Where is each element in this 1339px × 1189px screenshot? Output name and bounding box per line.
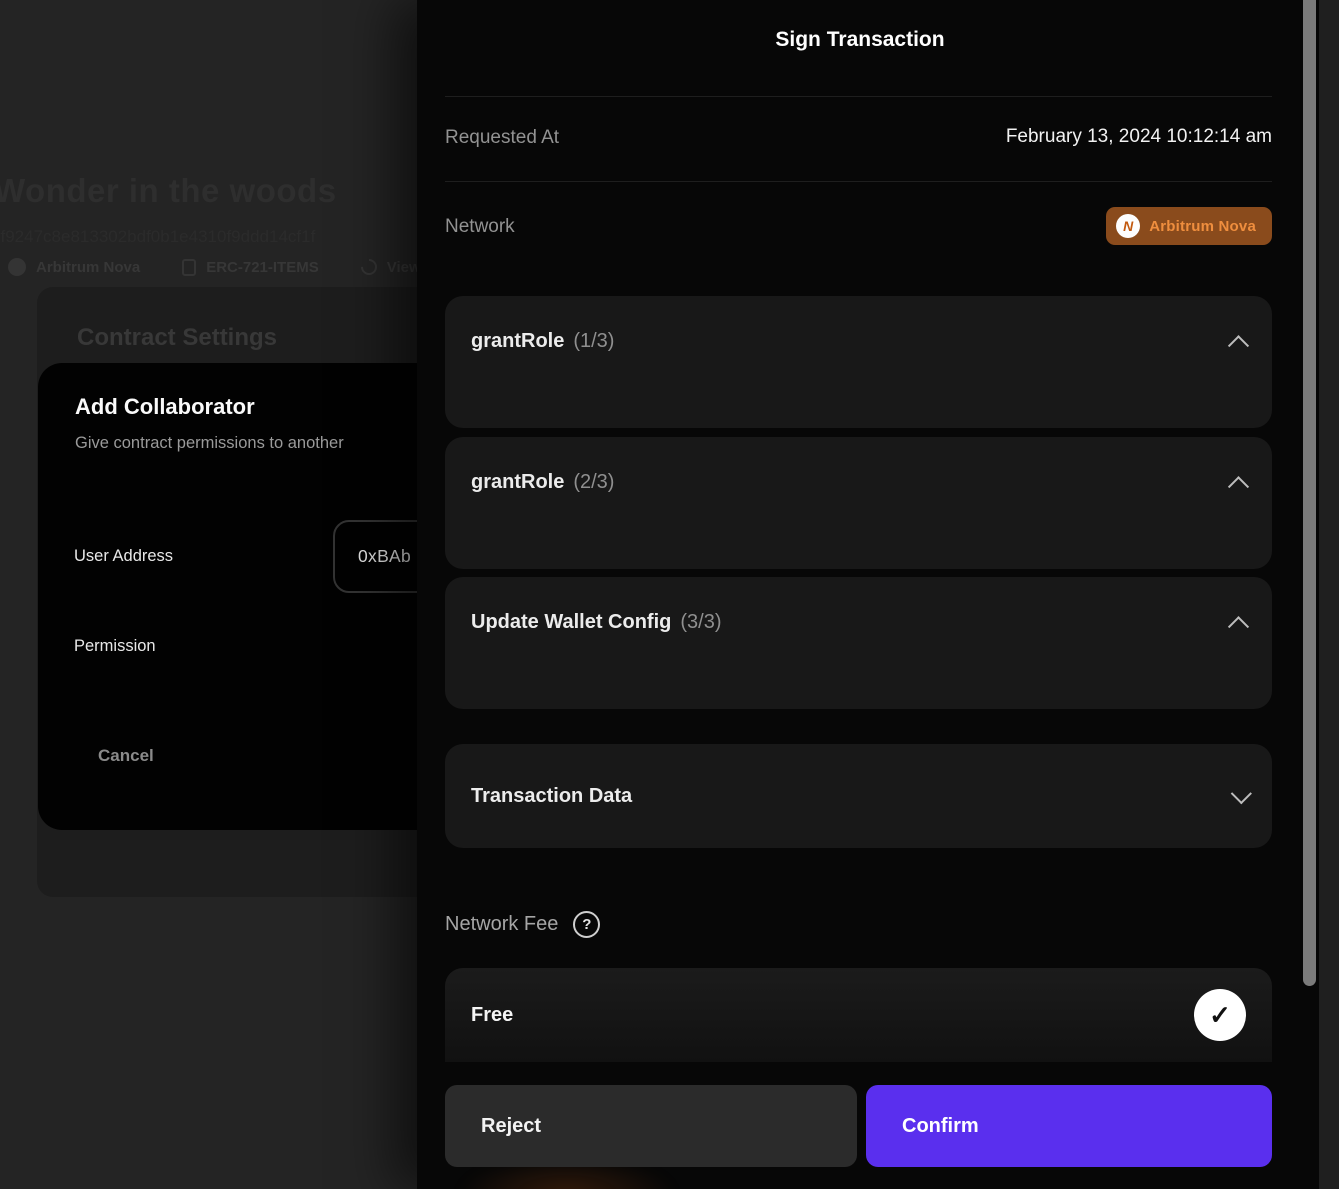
add-collaborator-subtitle: Give contract permissions to another bbox=[75, 434, 344, 453]
link-icon bbox=[357, 256, 380, 279]
dimmed-background: Wonder in the woods xf9247c8e813302bdf0b… bbox=[0, 0, 417, 1189]
chevron-down-icon[interactable] bbox=[1231, 783, 1252, 804]
accordion-title: Update Wallet Config bbox=[471, 611, 671, 634]
accordion-grantrole-2[interactable]: grantRole (2/3) bbox=[445, 437, 1272, 569]
contract-settings-title: Contract Settings bbox=[77, 324, 277, 352]
fee-option-label: Free bbox=[471, 1004, 513, 1027]
token-standard-badge-dim: ERC-721-ITEMS bbox=[182, 259, 319, 276]
screen: Wonder in the woods xf9247c8e813302bdf0b… bbox=[0, 0, 1339, 1189]
add-collaborator-modal: Add Collaborator Give contract permissio… bbox=[38, 363, 468, 830]
panel-title: Sign Transaction bbox=[417, 28, 1303, 52]
chevron-up-icon[interactable] bbox=[1228, 335, 1249, 356]
scrollbar-thumb[interactable] bbox=[1303, 0, 1316, 986]
network-badge-dim: Arbitrum Nova bbox=[8, 258, 140, 276]
network-badge-label: Arbitrum Nova bbox=[36, 259, 140, 276]
accordion-count: (2/3) bbox=[573, 471, 614, 494]
chevron-up-icon[interactable] bbox=[1228, 616, 1249, 637]
accordion-transaction-data[interactable]: Transaction Data bbox=[445, 744, 1272, 848]
check-icon: ✓ bbox=[1194, 989, 1246, 1041]
network-icon bbox=[8, 258, 26, 276]
token-standard-label: ERC-721-ITEMS bbox=[206, 259, 319, 276]
network-badge: N Arbitrum Nova bbox=[1106, 207, 1272, 245]
view-link-dim: View bbox=[361, 259, 421, 276]
accordion-title: Transaction Data bbox=[471, 785, 632, 808]
network-badge-name: Arbitrum Nova bbox=[1149, 218, 1256, 235]
reject-button[interactable]: Reject bbox=[445, 1085, 857, 1167]
contract-badges: Arbitrum Nova ERC-721-ITEMS View bbox=[8, 258, 463, 276]
chevron-up-icon[interactable] bbox=[1228, 476, 1249, 497]
confirm-button[interactable]: Confirm bbox=[866, 1085, 1272, 1167]
accordion-grantrole-1[interactable]: grantRole (1/3) bbox=[445, 296, 1272, 428]
permission-label: Permission bbox=[74, 637, 156, 656]
network-fee-row: Network Fee ? bbox=[445, 911, 600, 938]
contract-address: xf9247c8e813302bdf0b1e4310f9ddd14cf1f bbox=[0, 227, 315, 247]
accordion-title: grantRole bbox=[471, 471, 564, 494]
fee-option-free[interactable]: Free ✓ bbox=[445, 968, 1272, 1062]
view-link-label: View bbox=[387, 259, 421, 276]
divider bbox=[445, 181, 1272, 182]
arbitrum-nova-icon: N bbox=[1116, 214, 1140, 238]
cancel-button[interactable]: Cancel bbox=[98, 746, 154, 766]
network-fee-label: Network Fee bbox=[445, 913, 558, 936]
requested-at-label: Requested At bbox=[445, 127, 559, 149]
accordion-count: (1/3) bbox=[573, 330, 614, 353]
accordion-count: (3/3) bbox=[680, 611, 721, 634]
user-address-label: User Address bbox=[74, 547, 173, 566]
collection-title: Wonder in the woods bbox=[0, 172, 337, 210]
user-address-value: 0xBAb bbox=[358, 546, 411, 567]
document-icon bbox=[182, 259, 196, 276]
panel-footer: Reject Confirm bbox=[417, 1062, 1319, 1189]
help-icon[interactable]: ? bbox=[573, 911, 600, 938]
add-collaborator-title: Add Collaborator bbox=[75, 394, 255, 420]
network-label: Network bbox=[445, 216, 515, 238]
requested-at-value: February 13, 2024 10:12:14 am bbox=[1006, 126, 1272, 148]
sign-transaction-panel: Sign Transaction Requested At February 1… bbox=[417, 0, 1319, 1189]
accordion-update-wallet-config[interactable]: Update Wallet Config (3/3) bbox=[445, 577, 1272, 709]
right-gutter bbox=[1319, 0, 1339, 1189]
divider bbox=[445, 96, 1272, 97]
accordion-title: grantRole bbox=[471, 330, 564, 353]
